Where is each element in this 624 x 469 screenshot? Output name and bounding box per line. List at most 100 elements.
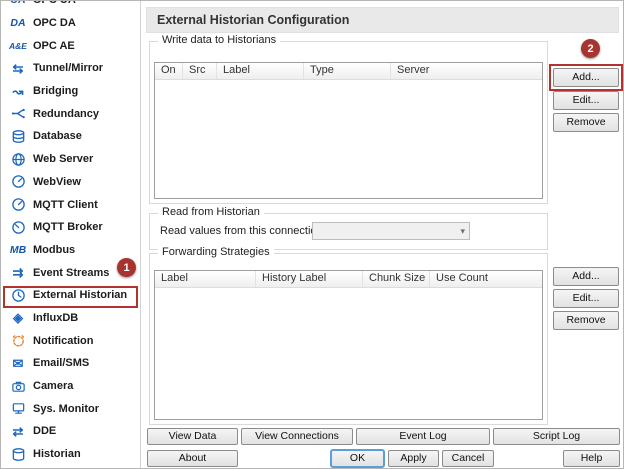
forwarding-add-button[interactable]: Add... xyxy=(553,267,619,286)
sidebar-item-tunnel-mirror[interactable]: ⇆ Tunnel/Mirror xyxy=(1,57,140,80)
opc-ua-icon: UA xyxy=(6,1,30,8)
sidebar-item-label: Tunnel/Mirror xyxy=(33,62,104,75)
historian-database-icon xyxy=(6,446,30,462)
gauge-icon xyxy=(6,197,30,213)
sidebar-item-label: Camera xyxy=(33,380,74,393)
sidebar-item-label: Historian xyxy=(33,448,81,461)
column-header-src: Src xyxy=(183,63,217,79)
script-log-button[interactable]: Script Log xyxy=(493,428,620,445)
write-edit-button[interactable]: Edit... xyxy=(553,91,619,110)
sidebar-item-label: Event Streams xyxy=(33,266,110,279)
view-data-button[interactable]: View Data xyxy=(147,428,238,445)
forwarding-strategies-group-title: Forwarding Strategies xyxy=(158,246,274,258)
sidebar-item-opc-ua[interactable]: UA OPC UA xyxy=(1,1,140,12)
bridging-icon: ↝ xyxy=(12,83,24,99)
page-title-band: External Historian Configuration xyxy=(146,7,619,33)
alarm-bell-icon xyxy=(6,333,30,349)
event-streams-icon: ⇉ xyxy=(12,265,24,281)
sidebar-item-web-server[interactable]: Web Server xyxy=(1,148,140,171)
sidebar-item-label: Modbus xyxy=(33,243,76,256)
column-header-use-count: Use Count xyxy=(436,272,488,284)
annotation-step-1-badge: 1 xyxy=(117,258,136,277)
cancel-button[interactable]: Cancel xyxy=(442,450,494,467)
database-icon xyxy=(6,128,30,144)
forwarding-remove-button[interactable]: Remove xyxy=(553,311,619,330)
globe-icon xyxy=(6,151,30,167)
sidebar-item-webview[interactable]: WebView xyxy=(1,171,140,194)
sidebar-item-mqtt-broker[interactable]: MQTT Broker xyxy=(1,216,140,239)
column-header-type: Type xyxy=(304,63,391,79)
sidebar-item-influxdb[interactable]: ◈ InfluxDB xyxy=(1,307,140,330)
column-header-label: Label xyxy=(217,63,304,79)
apply-button[interactable]: Apply xyxy=(388,450,439,467)
sidebar-item-label: OPC DA xyxy=(33,17,76,30)
write-historians-table[interactable]: On Src Label Type Server xyxy=(154,62,543,199)
forwarding-edit-button[interactable]: Edit... xyxy=(553,289,619,308)
sidebar-item-sys-monitor[interactable]: Sys. Monitor xyxy=(1,397,140,420)
opc-ae-icon: A&E xyxy=(9,40,27,51)
sidebar-item-bridging[interactable]: ↝ Bridging xyxy=(1,80,140,103)
sidebar-item-modbus[interactable]: MB Modbus xyxy=(1,239,140,262)
chevron-down-icon: ▾ xyxy=(460,225,465,236)
sidebar-item-camera[interactable]: Camera xyxy=(1,375,140,398)
read-historian-group-title: Read from Historian xyxy=(158,206,264,218)
sidebar-item-label: DDE xyxy=(33,425,57,438)
sidebar-item-label: Database xyxy=(33,130,82,143)
opc-da-icon: DA xyxy=(10,17,26,30)
forwarding-strategies-table-body[interactable] xyxy=(155,288,542,419)
sidebar-item-label: Bridging xyxy=(33,85,79,98)
ok-button[interactable]: OK xyxy=(330,449,385,468)
forwarding-strategies-table[interactable]: Label History Label Chunk Size Use Count xyxy=(154,270,543,420)
sidebar-item-opc-ae[interactable]: A&E OPC AE xyxy=(1,34,140,57)
sidebar-item-historian[interactable]: Historian xyxy=(1,443,140,466)
event-log-button[interactable]: Event Log xyxy=(356,428,490,445)
sidebar-item-label: OPC UA xyxy=(33,1,76,6)
forwarding-strategies-table-header: Label History Label Chunk Size Use Count xyxy=(155,271,542,288)
help-button[interactable]: Help xyxy=(563,450,620,467)
sidebar-item-label: OPC AE xyxy=(33,39,75,52)
sidebar-item-notification[interactable]: Notification xyxy=(1,329,140,352)
sidebar-item-label: Email/SMS xyxy=(33,357,90,370)
column-header-server: Server xyxy=(397,64,430,76)
write-historians-group: Write data to Historians On Src Label Ty… xyxy=(149,34,548,204)
read-connection-label: Read values from this connection xyxy=(160,225,323,237)
tunnel-mirror-icon: ⇆ xyxy=(12,60,24,76)
envelope-icon: ✉ xyxy=(12,355,24,371)
write-historians-table-body[interactable] xyxy=(155,80,542,198)
read-connection-select[interactable]: ▾ xyxy=(312,222,470,240)
sidebar-item-label: WebView xyxy=(33,175,81,188)
sidebar-item-label: Web Server xyxy=(33,153,94,166)
sidebar: UA OPC UA DA OPC DA A&E OPC AE ⇆ Tunnel/… xyxy=(1,1,141,468)
influxdb-icon: ◈ xyxy=(13,310,23,326)
sidebar-item-email-sms[interactable]: ✉ Email/SMS xyxy=(1,352,140,375)
sidebar-item-redundancy[interactable]: Redundancy xyxy=(1,102,140,125)
column-header-label: Label xyxy=(155,271,256,287)
sidebar-item-label: Notification xyxy=(33,334,94,347)
about-button[interactable]: About xyxy=(147,450,238,467)
write-historians-table-header: On Src Label Type Server xyxy=(155,63,542,80)
column-header-history-label: History Label xyxy=(256,271,363,287)
external-historian-config-window: UA OPC UA DA OPC DA A&E OPC AE ⇆ Tunnel/… xyxy=(0,0,624,469)
sidebar-item-label: MQTT Client xyxy=(33,198,98,211)
gauge-icon xyxy=(6,174,30,190)
column-header-on: On xyxy=(155,63,183,79)
sidebar-item-label: MQTT Broker xyxy=(33,221,103,234)
redundancy-icon xyxy=(6,106,30,122)
write-historians-group-title: Write data to Historians xyxy=(158,34,281,46)
sidebar-item-mqtt-client[interactable]: MQTT Client xyxy=(1,193,140,216)
camera-icon xyxy=(6,378,30,394)
sidebar-item-label: Sys. Monitor xyxy=(33,402,100,415)
sidebar-item-label: InfluxDB xyxy=(33,311,79,324)
read-historian-group: Read from Historian Read values from thi… xyxy=(149,206,548,250)
write-remove-button[interactable]: Remove xyxy=(553,113,619,132)
dde-icon: ⇄ xyxy=(12,423,24,439)
sidebar-item-dde[interactable]: ⇄ DDE xyxy=(1,420,140,443)
page-title: External Historian Configuration xyxy=(157,13,350,27)
sidebar-item-opc-da[interactable]: DA OPC DA xyxy=(1,12,140,35)
modbus-icon: MB xyxy=(9,243,27,256)
sidebar-item-database[interactable]: Database xyxy=(1,125,140,148)
view-connections-button[interactable]: View Connections xyxy=(241,428,353,445)
sidebar-item-label: Redundancy xyxy=(33,107,100,120)
annotation-highlight-add-button xyxy=(549,64,623,91)
column-header-chunk-size: Chunk Size xyxy=(363,271,430,287)
